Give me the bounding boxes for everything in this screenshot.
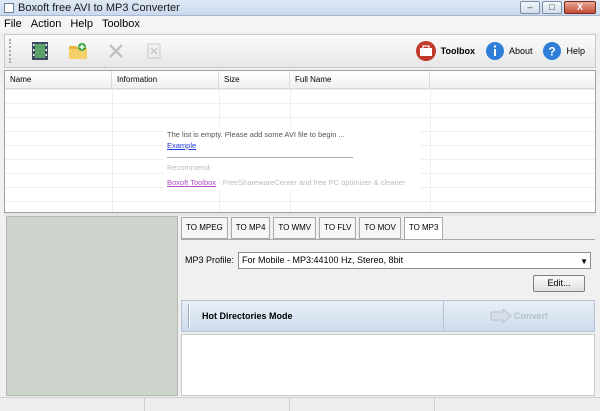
hot-directories-bar: Hot Directories Mode Convert	[181, 300, 595, 332]
status-pane	[290, 398, 435, 411]
column-filler	[430, 71, 595, 89]
add-video-button[interactable]	[28, 39, 52, 63]
grid-col-line	[112, 89, 113, 212]
menu-file[interactable]: File	[4, 18, 22, 30]
hot-directories-mode-label[interactable]: Hot Directories Mode	[202, 311, 443, 321]
chevron-down-icon[interactable]: ▼	[580, 254, 588, 269]
help-icon: ?	[543, 42, 562, 60]
edit-profile-button[interactable]: Edit...	[533, 275, 585, 292]
column-size[interactable]: Size	[219, 71, 290, 89]
mp3-profile-label: MP3 Profile:	[185, 255, 235, 265]
tab-to-mpeg[interactable]: TO MPEG	[181, 217, 228, 239]
close-button[interactable]: X	[564, 1, 596, 14]
tab-to-mov[interactable]: TO MOV	[359, 217, 401, 239]
status-pane	[435, 398, 600, 411]
convert-label: Convert	[513, 311, 548, 321]
mp3-profile-select[interactable]: For Mobile - MP3:44100 Hz, Stereo, 8bit …	[238, 252, 591, 269]
menu-help[interactable]: Help	[70, 18, 93, 30]
column-full-name[interactable]: Full Name	[290, 71, 430, 89]
divider	[167, 157, 353, 158]
toolbar-grip[interactable]	[9, 39, 13, 63]
remove-button[interactable]	[104, 39, 128, 63]
film-icon	[32, 42, 48, 60]
about-label: About	[508, 46, 533, 56]
menu-toolbox[interactable]: Toolbox	[102, 18, 140, 30]
tab-to-wmv[interactable]: TO WMV	[273, 217, 317, 239]
convert-button[interactable]: Convert	[444, 301, 594, 331]
column-information[interactable]: Information	[112, 71, 219, 89]
file-list[interactable]: Name Information Size Full Name The list…	[4, 70, 596, 213]
maximize-button[interactable]: □	[542, 1, 562, 14]
recommend-label: Recommend:	[167, 163, 212, 172]
toolbox-button[interactable]: Toolbox	[415, 40, 475, 62]
hot-dir-grip	[188, 304, 190, 328]
delete-icon	[109, 44, 123, 58]
mp3-profile-value: For Mobile - MP3:44100 Hz, Stereo, 8bit	[242, 255, 404, 265]
hot-directories-area[interactable]	[181, 334, 595, 396]
empty-message-text: The list is empty. Please add some AVI f…	[167, 130, 345, 139]
empty-list-message: The list is empty. Please add some AVI f…	[163, 126, 421, 190]
clear-list-icon	[147, 43, 161, 59]
preview-panel	[6, 216, 178, 396]
minimize-button[interactable]: –	[520, 1, 540, 14]
boxoft-toolbox-link[interactable]: Boxoft Toolbox	[167, 178, 216, 187]
toolbox-icon	[415, 41, 436, 61]
toolbar: Toolbox About ? Help	[4, 34, 596, 68]
grid-col-line	[430, 89, 431, 212]
info-icon	[485, 42, 504, 60]
menu-action[interactable]: Action	[31, 18, 62, 30]
format-tabs: TO MPEG TO MP4 TO WMV TO FLV TO MOV TO M…	[181, 217, 446, 240]
title-bar: Boxoft free AVI to MP3 Converter – □ X	[0, 0, 600, 16]
status-pane	[0, 398, 145, 411]
window-title: Boxoft free AVI to MP3 Converter	[18, 1, 180, 14]
recommend-text: - FreeSharewareCenter and free PC optimi…	[216, 178, 406, 187]
file-list-header: Name Information Size Full Name	[5, 71, 595, 89]
help-button[interactable]: ? Help	[542, 41, 585, 61]
menu-bar: File Action Help Toolbox	[0, 16, 600, 32]
add-folder-button[interactable]	[66, 39, 90, 63]
tab-baseline	[181, 239, 595, 240]
clear-button[interactable]	[142, 39, 166, 63]
toolbox-label: Toolbox	[440, 46, 475, 56]
about-button[interactable]: About	[485, 41, 533, 61]
folder-add-icon	[69, 43, 87, 59]
tab-to-mp3[interactable]: TO MP3	[403, 217, 444, 240]
tab-to-mp4[interactable]: TO MP4	[230, 217, 271, 239]
status-bar	[0, 397, 600, 411]
example-link[interactable]: Example	[167, 141, 196, 150]
app-icon	[4, 2, 14, 13]
column-name[interactable]: Name	[5, 71, 112, 89]
tab-to-flv[interactable]: TO FLV	[319, 217, 357, 239]
svg-text:?: ?	[549, 45, 556, 59]
help-label: Help	[566, 46, 585, 56]
convert-arrow-icon	[490, 309, 512, 323]
status-pane	[145, 398, 290, 411]
